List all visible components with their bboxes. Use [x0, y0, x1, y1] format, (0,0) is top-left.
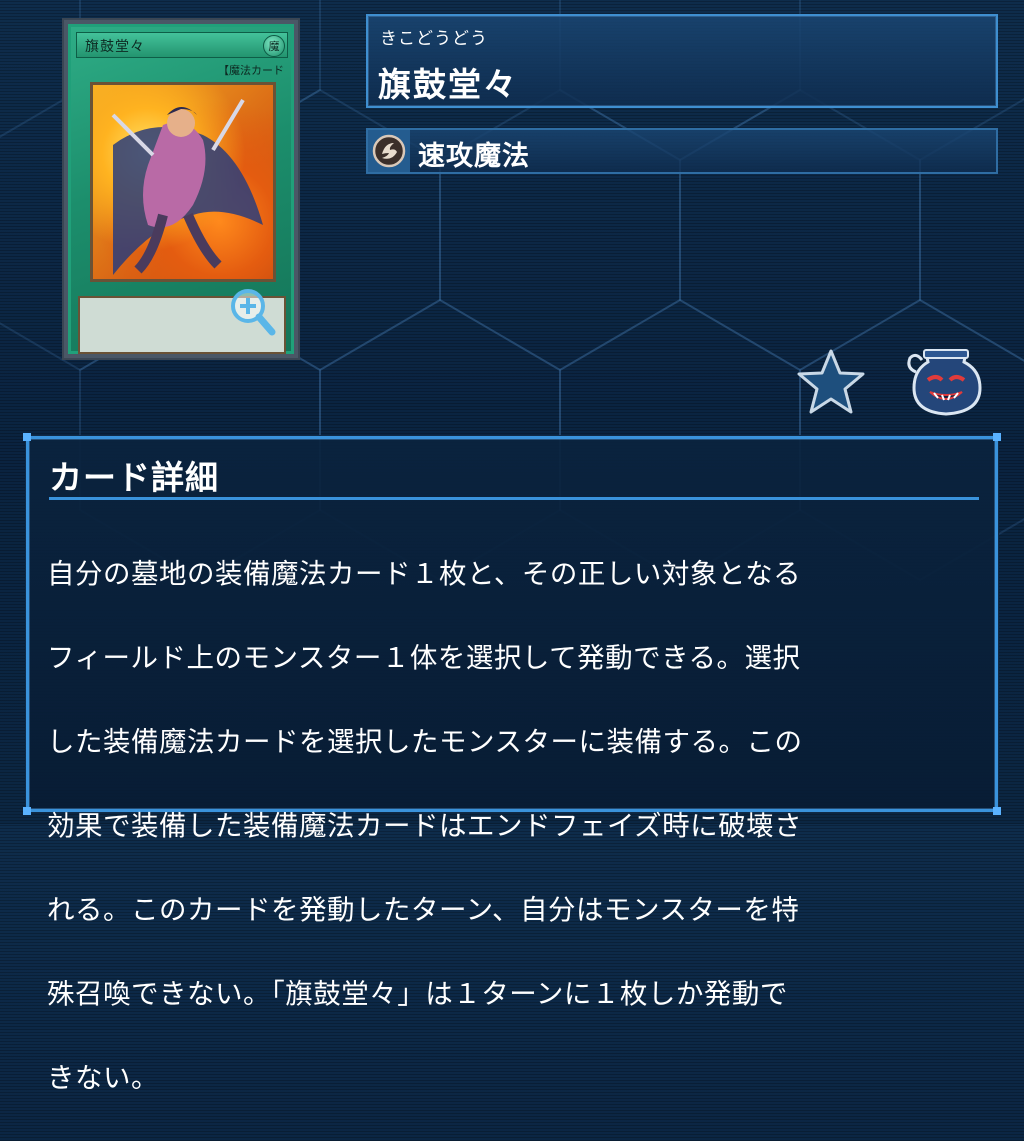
effect-line: フィールド上のモンスター１体を選択して発動できる。選択: [47, 642, 801, 674]
panel-corner: [23, 433, 31, 441]
card-type-line: 【魔法カード: [218, 64, 284, 77]
effect-line: した装備魔法カードを選択したモンスターに装備する。この: [47, 726, 803, 758]
warrior-illustration: [111, 98, 263, 275]
quick-play-spell-icon: [368, 130, 410, 172]
panel-corner: [993, 433, 1001, 441]
card-artwork: [90, 82, 276, 282]
card-effect-text: 自分の墓地の装備魔法カード１枚と、その正しい対象となる フィールド上のモンスター…: [47, 511, 977, 1141]
card-furigana: きこどうどう: [380, 29, 488, 49]
effect-line: 自分の墓地の装備魔法カード１枚と、その正しい対象となる: [47, 558, 802, 590]
panel-corner: [23, 807, 31, 815]
card-details-panel: カード詳細 自分の墓地の装備魔法カード１枚と、その正しい対象となる フィールド上…: [23, 433, 1001, 1094]
card-name-panel: きこどうどう 旗鼓堂々: [366, 14, 998, 108]
effect-line: れる。このカードを発動したターン、自分はモンスターを特: [47, 894, 800, 926]
effect-line: きない。: [47, 1062, 159, 1094]
effect-line: 殊召喚できない。「旗鼓堂々」は１ターンに１枚しか発動で: [47, 978, 788, 1010]
card-name: 旗鼓堂々: [378, 65, 518, 104]
pot-of-greed-icon[interactable]: [902, 346, 988, 418]
card-details-title: カード詳細: [49, 458, 219, 497]
card-printed-name: 旗鼓堂々: [85, 39, 145, 55]
spell-attribute-icon: 魔: [263, 35, 285, 57]
card-type-panel: 速攻魔法: [366, 128, 998, 174]
card-type-label: 速攻魔法: [418, 141, 530, 172]
zoom-in-icon[interactable]: [228, 286, 278, 338]
effect-line: 効果で装備した装備魔法カードはエンドフェイズ時に破壊さ: [47, 810, 803, 842]
card-name-bar: 旗鼓堂々 魔: [76, 32, 288, 58]
divider: [49, 497, 979, 500]
panel-corner: [993, 807, 1001, 815]
card-image[interactable]: 旗鼓堂々 魔 【魔法カード: [62, 18, 300, 360]
star-icon[interactable]: [796, 348, 866, 416]
